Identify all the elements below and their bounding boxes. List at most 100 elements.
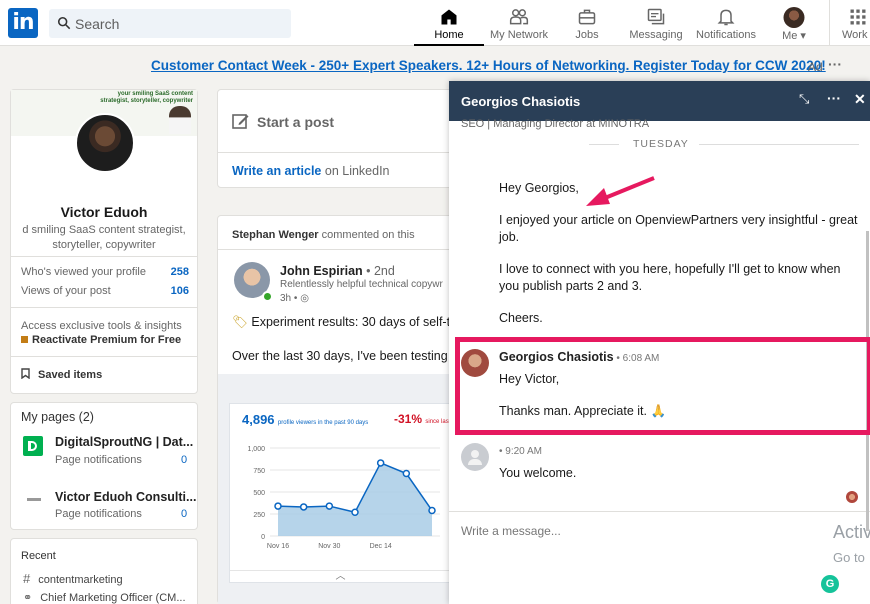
close-icon[interactable]: ✕ xyxy=(854,91,866,108)
page-logo-digitalsprout[interactable] xyxy=(23,436,43,456)
profile-headline: d smiling SaaS content strategist, story… xyxy=(22,224,186,251)
top-nav: in Search Home My Network Jobs Messaging… xyxy=(0,0,870,46)
recent-card: Recent # contentmarketing ⚭ Chief Marketin… xyxy=(10,538,198,604)
grammarly-icon[interactable]: G xyxy=(821,575,839,593)
divider xyxy=(449,511,870,512)
linkedin-logo[interactable]: in xyxy=(8,8,38,38)
data-point[interactable] xyxy=(351,508,359,516)
nav-work-label: Work xyxy=(842,29,868,41)
nav-my-network-label: My Network xyxy=(489,29,549,41)
group-icon: ⚭ xyxy=(23,592,33,604)
nav-divider xyxy=(829,0,830,46)
banner-person-image xyxy=(169,106,191,134)
more-options-icon[interactable]: ··· xyxy=(827,90,841,106)
page-notifications-label: Page notifications xyxy=(55,454,142,466)
y-tick-label: 750 xyxy=(253,468,265,475)
data-point[interactable] xyxy=(325,502,334,510)
grid-icon xyxy=(850,9,866,25)
author-headline: Relentlessly helpful technical copywr xyxy=(280,279,443,290)
data-point[interactable] xyxy=(428,506,436,515)
divider xyxy=(699,144,859,145)
banner-text: your smiling SaaS content strategist, st… xyxy=(100,91,193,104)
profile-avatar[interactable] xyxy=(75,113,135,173)
windows-watermark: Activ xyxy=(833,522,870,542)
recent-item[interactable]: # contentmarketing xyxy=(23,571,123,586)
chevron-down-icon: ▾ xyxy=(800,30,806,42)
post-text-line: 🏷 Experiment results: 30 days of self-ta… xyxy=(232,315,452,329)
data-point[interactable] xyxy=(299,503,308,511)
message-line: You welcome. xyxy=(499,466,577,480)
hashtag-icon: # xyxy=(23,571,31,586)
x-tick-label: Nov 30 xyxy=(318,543,340,550)
social-context: Stephan Wenger commented on this xyxy=(232,229,415,241)
nav-home-label: Home xyxy=(434,29,464,41)
seen-receipt-avatar xyxy=(846,491,858,503)
message-line: I love to connect with you here, hopeful… xyxy=(499,262,841,293)
post-image-area[interactable]: 4,896 profile viewers in the past 90 day… xyxy=(218,374,454,604)
y-tick-label: 0 xyxy=(261,534,265,541)
message-input[interactable]: Write a message... xyxy=(461,524,561,538)
divider xyxy=(218,152,452,153)
divider xyxy=(589,144,619,145)
message-line: Cheers. xyxy=(499,311,543,325)
windows-watermark: Go to xyxy=(833,550,865,565)
nav-home[interactable]: Home xyxy=(414,0,484,46)
stat-label: Who's viewed your profile xyxy=(21,266,146,278)
premium-icon xyxy=(21,336,28,343)
online-status-icon xyxy=(262,291,273,302)
profile-views-chart: 1,000 750 500 250 0Nov 16 Nov 30 Dec 14 xyxy=(247,446,440,550)
stat-post-views[interactable]: Views of your post 106 xyxy=(21,285,189,297)
profile-name[interactable]: Victor Eduoh xyxy=(11,204,197,220)
message-line: I enjoyed your article on OpenviewPartne… xyxy=(499,213,858,244)
nav-messaging-label: Messaging xyxy=(629,29,683,41)
y-tick-label: 500 xyxy=(253,490,265,497)
x-tick-label: Dec 14 xyxy=(370,543,392,550)
y-tick-label: 1,000 xyxy=(247,446,265,453)
nav-notifications[interactable]: Notifications xyxy=(692,0,760,46)
data-point[interactable] xyxy=(274,502,282,510)
profile-viewers-stat: 4,896 profile viewers in the past 90 day… xyxy=(242,412,369,427)
bookmark-icon xyxy=(21,368,30,380)
user-avatar-placeholder[interactable] xyxy=(461,443,489,471)
saved-items[interactable]: Saved items xyxy=(21,368,102,381)
ad-more-icon[interactable]: ··· xyxy=(828,56,842,72)
recent-title: Recent xyxy=(21,550,56,562)
nav-me[interactable]: Me ▾ xyxy=(770,0,818,46)
home-icon xyxy=(441,9,457,25)
author-name[interactable]: John Espirian • 2nd xyxy=(280,264,395,278)
collapse-chevron-icon[interactable]: ︿ xyxy=(230,570,451,582)
chat-header[interactable]: Georgios Chasiotis ⤡ ··· ✕ xyxy=(449,81,870,121)
data-point[interactable] xyxy=(402,469,411,478)
message-time: • 9:20 AM xyxy=(499,446,542,457)
search-input[interactable]: Search xyxy=(49,9,291,38)
nav-messaging[interactable]: Messaging xyxy=(624,0,688,46)
stat-profile-viewers[interactable]: Who's viewed your profile 258 xyxy=(21,266,189,278)
premium-link[interactable]: Reactivate Premium for Free xyxy=(21,334,181,346)
write-article-link[interactable]: Write an article on LinkedIn xyxy=(232,164,390,178)
stat-value: 106 xyxy=(170,285,189,297)
nav-me-label: Me ▾ xyxy=(782,30,806,42)
start-post-button[interactable]: Start a post xyxy=(232,112,334,130)
my-pages-card: My pages (2) DigitalSproutNG | Dat... Pa… xyxy=(10,402,198,530)
page-name[interactable]: Victor Eduoh Consulti... xyxy=(55,490,196,504)
page-logo-victor[interactable] xyxy=(27,498,41,501)
pencil-square-icon xyxy=(232,114,249,129)
minimize-icon[interactable]: ⤡ xyxy=(799,91,809,107)
divider xyxy=(11,307,197,308)
page-name[interactable]: DigitalSproutNG | Dat... xyxy=(55,435,193,449)
divider xyxy=(218,249,452,250)
recent-item[interactable]: ⚭ Chief Marketing Officer (CM... xyxy=(23,591,186,604)
change-stat: -31% since last xyxy=(394,412,451,426)
post-time: 3h • ◎ xyxy=(280,293,309,304)
ad-link[interactable]: Customer Contact Week - 250+ Expert Spea… xyxy=(151,58,826,73)
data-point[interactable] xyxy=(376,459,385,467)
nav-my-network[interactable]: My Network xyxy=(484,0,554,46)
briefcase-icon xyxy=(578,9,596,25)
chat-title[interactable]: Georgios Chasiotis xyxy=(461,94,580,109)
nav-work[interactable]: Work xyxy=(838,0,870,46)
page-notification-count[interactable]: 0 xyxy=(181,454,187,466)
page-notification-count[interactable]: 0 xyxy=(181,508,187,520)
label-icon: 🏷 xyxy=(232,315,248,329)
nav-jobs[interactable]: Jobs xyxy=(558,0,616,46)
profile-card: your smiling SaaS content strategist, st… xyxy=(10,89,198,394)
